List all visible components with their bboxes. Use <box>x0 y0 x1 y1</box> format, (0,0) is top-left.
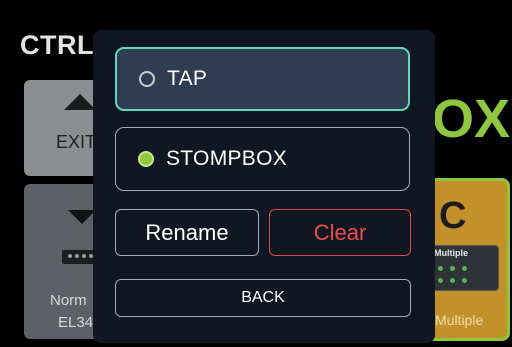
option-tap-label: TAP <box>167 67 208 90</box>
footswitch-letter: C <box>439 195 467 237</box>
mode-indicator-text: OX <box>432 89 511 149</box>
thumbnail-label: Multiple <box>434 248 468 258</box>
mode-select-dialog: TAP STOMPBOX Rename Clear BACK <box>93 30 435 343</box>
rename-button[interactable]: Rename <box>115 209 259 256</box>
preset-name-line1: Norm <box>50 292 87 309</box>
multiple-thumbnail-icon: Multiple <box>429 245 499 291</box>
ctrl-title: CTRL <box>20 30 94 60</box>
option-tap[interactable]: TAP <box>115 47 410 111</box>
up-arrow-icon <box>64 94 96 110</box>
back-button[interactable]: BACK <box>115 279 411 317</box>
radio-unselected-icon <box>139 71 155 87</box>
preset-name-line2: EL34 <box>58 314 94 331</box>
option-stompbox-label: STOMPBOX <box>166 147 288 170</box>
option-stompbox[interactable]: STOMPBOX <box>115 127 410 191</box>
clear-button[interactable]: Clear <box>269 209 411 256</box>
down-arrow-icon <box>68 210 96 224</box>
radio-selected-icon <box>138 151 154 167</box>
exit-label: EXIT <box>56 132 97 152</box>
footswitch-caption: Multiple <box>435 312 484 328</box>
